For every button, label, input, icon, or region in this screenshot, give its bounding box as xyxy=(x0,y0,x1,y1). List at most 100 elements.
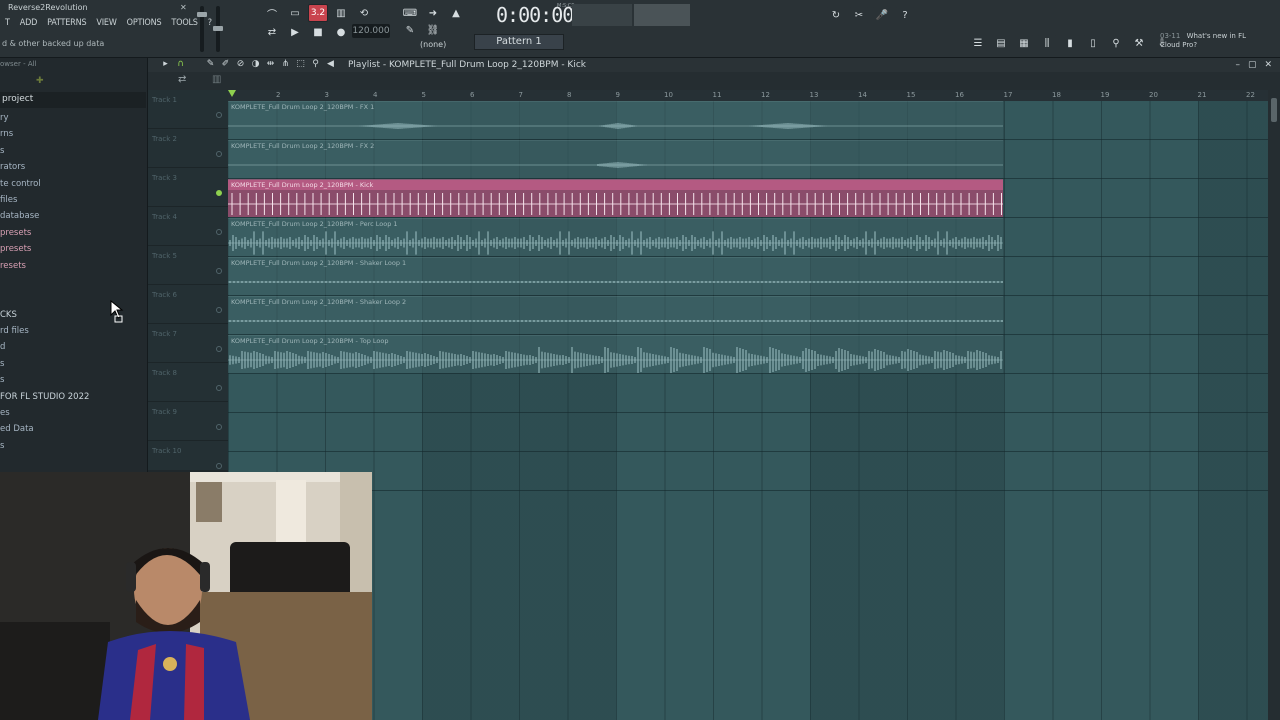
paint-tool-icon[interactable]: ✐ xyxy=(220,59,231,70)
arrow-right-icon[interactable]: ➜ xyxy=(423,4,443,22)
menu-item-patterns[interactable]: PATTERNS xyxy=(42,16,91,32)
ruler-bar-number[interactable]: 22 xyxy=(1246,91,1255,99)
track-header-6[interactable]: Track 6 xyxy=(148,285,228,324)
track-name[interactable]: Track 10 xyxy=(152,447,181,455)
playlist-icon[interactable]: ☰ xyxy=(968,34,988,52)
track-name[interactable]: Track 2 xyxy=(152,135,177,143)
browser-item[interactable]: presets xyxy=(0,244,89,260)
add-folder-icon[interactable]: ✚ xyxy=(36,76,46,86)
mute-tool-icon[interactable]: ◑ xyxy=(250,59,261,70)
track-mute-led[interactable] xyxy=(216,112,222,118)
ruler-bar-number[interactable]: 9 xyxy=(616,91,620,99)
record-button[interactable]: ● xyxy=(331,23,351,41)
stamp-icon[interactable]: ▲ xyxy=(446,4,466,22)
browser-item[interactable]: database xyxy=(0,211,89,227)
track-header-4[interactable]: Track 4 xyxy=(148,207,228,246)
pattern-selector[interactable]: Pattern 1 xyxy=(474,34,564,50)
track-mute-led[interactable] xyxy=(216,385,222,391)
stop-button[interactable]: ■ xyxy=(308,23,328,41)
scrollbar-thumb[interactable] xyxy=(1271,98,1277,122)
vertical-scrollbar[interactable] xyxy=(1268,90,1280,720)
browser-item[interactable]: d xyxy=(0,342,89,358)
ruler-bar-number[interactable]: 13 xyxy=(810,91,819,99)
microphone-icon[interactable]: 🎤 xyxy=(872,6,892,24)
audio-clip[interactable]: KOMPLETE_Full Drum Loop 2_120BPM - Kick xyxy=(228,179,1003,217)
minimize-icon[interactable]: – xyxy=(1235,60,1240,70)
track-header-8[interactable]: Track 8 xyxy=(148,363,228,402)
ruler-bar-number[interactable]: 5 xyxy=(422,91,426,99)
menu-item-options[interactable]: OPTIONS xyxy=(122,16,167,32)
audio-clip[interactable]: KOMPLETE_Full Drum Loop 2_120BPM - Shake… xyxy=(228,296,1003,334)
browser-item[interactable]: ry xyxy=(0,113,89,129)
playhead-marker[interactable] xyxy=(228,90,236,97)
track-mute-led[interactable] xyxy=(216,463,222,469)
loop-mode-icon[interactable]: ⇄ xyxy=(262,23,282,41)
browser-item[interactable]: s xyxy=(0,375,89,391)
delete-tool-icon[interactable]: ⊘ xyxy=(235,59,246,70)
file-icon[interactable]: ▯ xyxy=(1083,34,1103,52)
track-name[interactable]: Track 8 xyxy=(152,369,177,377)
ruler-bar-number[interactable]: 17 xyxy=(1004,91,1013,99)
snap-selector[interactable]: (none) xyxy=(420,40,446,49)
audio-clip[interactable]: KOMPLETE_Full Drum Loop 2_120BPM - Shake… xyxy=(228,257,1003,295)
wrench-icon[interactable]: ⚒ xyxy=(1129,34,1149,52)
play-button[interactable]: ▶ xyxy=(285,23,305,41)
undo-icon[interactable]: ↻ xyxy=(826,6,846,24)
pattern-picker-arrow-icon[interactable]: ⇄ xyxy=(178,74,186,85)
track-name[interactable]: Track 1 xyxy=(152,96,177,104)
zoom-tool-icon[interactable]: ⚲ xyxy=(310,59,321,70)
audio-clip[interactable]: KOMPLETE_Full Drum Loop 2_120BPM - Perc … xyxy=(228,218,1003,256)
track-name[interactable]: Track 4 xyxy=(152,213,177,221)
browser-item[interactable]: resets xyxy=(0,261,89,277)
link-icon[interactable]: ⛓ xyxy=(423,21,443,39)
browser-item[interactable]: rns xyxy=(0,129,89,145)
menu-item-file[interactable]: T xyxy=(0,16,15,32)
plugin-picker-icon[interactable]: ⚲ xyxy=(1106,34,1126,52)
track-header-1[interactable]: Track 1 xyxy=(148,90,228,129)
piano-roll-icon[interactable]: ▦ xyxy=(1014,34,1034,52)
track-name[interactable]: Track 5 xyxy=(152,252,177,260)
track-mute-led[interactable] xyxy=(216,424,222,430)
draw-tool-icon[interactable]: ✎ xyxy=(205,59,216,70)
track-header-2[interactable]: Track 2 xyxy=(148,129,228,168)
browser-item[interactable]: rators xyxy=(0,162,89,178)
browser-item[interactable]: CKS xyxy=(0,310,89,326)
ruler-bar-number[interactable]: 18 xyxy=(1052,91,1061,99)
menu-item-add[interactable]: ADD xyxy=(15,16,42,32)
menu-item-view[interactable]: VIEW xyxy=(91,16,121,32)
ruler-bar-number[interactable]: 12 xyxy=(761,91,770,99)
ruler-bar-number[interactable]: 3 xyxy=(325,91,329,99)
ruler-bar-number[interactable]: 19 xyxy=(1101,91,1110,99)
ruler-bar-number[interactable]: 7 xyxy=(519,91,523,99)
plugin-database-icon[interactable]: ▮ xyxy=(1060,34,1080,52)
ruler-bar-number[interactable]: 14 xyxy=(858,91,867,99)
track-name[interactable]: Track 9 xyxy=(152,408,177,416)
metronome-icon[interactable]: ⌒ xyxy=(262,4,282,22)
master-volume-slider[interactable] xyxy=(197,6,207,52)
master-pitch-slider[interactable] xyxy=(213,6,223,52)
ruler-bar-number[interactable]: 6 xyxy=(470,91,474,99)
browser-item[interactable]: FOR FL STUDIO 2022 xyxy=(0,392,89,408)
track-mute-led[interactable] xyxy=(216,307,222,313)
close-hint-icon[interactable]: ✕ xyxy=(180,3,188,12)
browser-item[interactable]: es xyxy=(0,408,89,424)
browser-header[interactable]: owser - All xyxy=(0,58,147,72)
help-icon[interactable]: ? xyxy=(895,6,915,24)
keyboard-icon[interactable]: ⌨ xyxy=(400,4,420,22)
track-name[interactable]: Track 6 xyxy=(152,291,177,299)
slip-tool-icon[interactable]: ⇹ xyxy=(265,59,276,70)
close-icon[interactable]: ✕ xyxy=(1264,60,1272,70)
track-header-9[interactable]: Track 9 xyxy=(148,402,228,441)
track-header-5[interactable]: Track 5 xyxy=(148,246,228,285)
audio-clip[interactable]: KOMPLETE_Full Drum Loop 2_120BPM - Top L… xyxy=(228,335,1003,373)
track-mute-led[interactable] xyxy=(216,268,222,274)
slice-tool-icon[interactable]: ⋔ xyxy=(280,59,291,70)
track-mute-led[interactable] xyxy=(216,229,222,235)
channel-rack-icon[interactable]: ▤ xyxy=(991,34,1011,52)
browser-item[interactable]: files xyxy=(0,195,89,211)
playback-tool-icon[interactable]: ◀ xyxy=(325,59,336,70)
browser-item[interactable] xyxy=(0,293,89,309)
track-header-3[interactable]: Track 3 xyxy=(148,168,228,207)
menu-item-tools[interactable]: TOOLS xyxy=(166,16,202,32)
magnet-snap-icon[interactable]: ∩ xyxy=(175,59,186,70)
